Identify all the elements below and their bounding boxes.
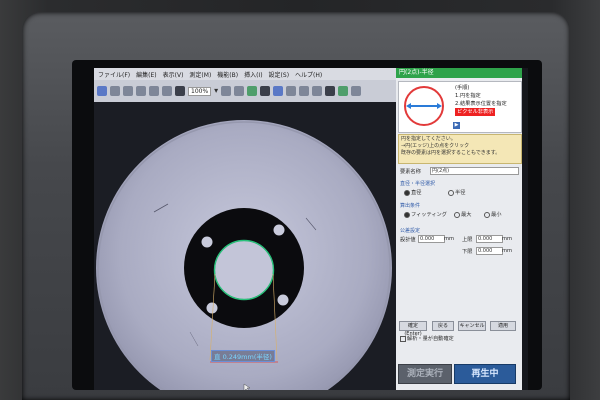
menu-item-function[interactable]: 機能(B) (217, 70, 238, 79)
menu-item-edit[interactable]: 編集(E) (136, 70, 156, 79)
monitor-screen: ファイル(F) 編集(E) 表示(V) 測定(M) 機能(B) 挿入(I) 設定… (94, 68, 528, 390)
option-fitting[interactable]: フィッティング (404, 211, 447, 218)
command-panel: 円(2点)-半径 (手順) 1.円を指定 2.結果表示位置を指定 ピクセル非表示… (396, 68, 522, 390)
camera-viewport[interactable]: 直 0.249mm(半径) (94, 102, 396, 390)
step-1: 1.円を指定 (455, 93, 481, 99)
color-icon[interactable] (338, 86, 349, 96)
line-style-icon[interactable] (351, 86, 362, 96)
menu-item-help[interactable]: ヘルプ(H) (295, 70, 322, 79)
fitting-radio[interactable] (404, 211, 410, 218)
menu-item-insert[interactable]: 挿入(I) (244, 70, 262, 79)
radius-radio[interactable] (448, 189, 454, 196)
radius-label: 半径 (455, 190, 466, 196)
upper-unit: mm (502, 236, 513, 242)
crosshair-icon[interactable] (299, 86, 310, 96)
element-name-field[interactable]: 円(2点) (430, 167, 519, 175)
max-radio[interactable] (454, 211, 460, 218)
playing-button[interactable]: 再生中 (454, 364, 516, 384)
menu-item-settings[interactable]: 設定(S) (269, 70, 290, 79)
lower-limit-field[interactable]: 0.000 (476, 247, 503, 255)
step-2: 2.結果表示位置を指定 (455, 101, 507, 107)
auto-confirm-checkbox[interactable] (400, 335, 406, 342)
auto-confirm-option[interactable]: 解析・量が自動確定 (400, 335, 454, 342)
option-diameter[interactable]: 直径 (404, 189, 421, 196)
instruction-note: 円を指定してください。 →円(エッジ)上の点をクリック 既存の要素は円を選択する… (398, 134, 522, 164)
note-line-3: 既存の要素は円を選択することもできます。 (401, 150, 501, 156)
fill-icon[interactable] (325, 86, 336, 96)
upper-limit-field[interactable]: 0.000 (476, 235, 503, 243)
fitting-label: フィッティング (411, 212, 447, 218)
menu-item-view[interactable]: 表示(V) (163, 70, 184, 79)
calc-section-label: 算出条件 (400, 203, 421, 209)
warning-badge: ピクセル非表示 (455, 108, 496, 116)
name-label: 要素名称 (400, 169, 421, 175)
guide-box: (手順) 1.円を指定 2.結果表示位置を指定 ピクセル非表示 ▶ (398, 81, 522, 133)
menu-item-measure[interactable]: 測定(M) (189, 70, 211, 79)
play-icon[interactable] (273, 86, 284, 96)
min-label: 最小 (491, 212, 502, 218)
zoom-arrow-icon[interactable]: ▾ (214, 86, 218, 96)
option-max[interactable]: 最大 (454, 211, 471, 218)
diameter-label: 直径 (411, 190, 422, 196)
image-icon[interactable] (260, 86, 271, 96)
min-radio[interactable] (484, 211, 490, 218)
option-min[interactable]: 最小 (484, 211, 501, 218)
select-tool-icon[interactable] (97, 86, 107, 96)
upper-limit-label: 上限 (462, 237, 473, 243)
back-button[interactable]: 戻る (432, 321, 454, 331)
measurement-label[interactable]: 直 0.249mm(半径) (211, 350, 275, 362)
apply-button[interactable]: 適用 (490, 321, 516, 331)
design-value-field[interactable]: 0.000 (418, 235, 445, 243)
measurement-app-window: ファイル(F) 編集(E) 表示(V) 測定(M) 機能(B) 挿入(I) 設定… (94, 68, 400, 390)
register-button[interactable]: 確定(Enter) (399, 321, 427, 337)
workpiece-image (94, 102, 396, 390)
copy-icon[interactable] (136, 86, 146, 96)
auto-confirm-label: 解析・量が自動確定 (407, 336, 454, 342)
zoom-out-icon[interactable] (234, 86, 245, 96)
design-value-label: 設計値 (400, 237, 416, 243)
undo-icon[interactable] (149, 86, 159, 96)
bolt-hole-1 (201, 236, 213, 248)
redo-icon[interactable] (162, 86, 172, 96)
menu-bar: ファイル(F) 編集(E) 表示(V) 測定(M) 機能(B) 挿入(I) 設定… (94, 68, 400, 80)
lower-unit: mm (502, 248, 513, 254)
steps-header: (手順) (455, 85, 470, 91)
diameter-radio[interactable] (404, 189, 410, 196)
save-icon[interactable] (110, 86, 120, 96)
lower-limit-label: 下限 (462, 249, 473, 255)
bolt-hole-3 (277, 294, 289, 306)
zoom-level[interactable]: 100% (188, 86, 212, 96)
note-line-1: 円を指定してください。 (401, 136, 456, 142)
circle-diagram (404, 86, 444, 126)
design-unit: mm (444, 236, 455, 242)
play-guide-icon[interactable]: ▶ (453, 122, 460, 129)
center-bore (215, 241, 273, 299)
menu-item-file[interactable]: ファイル(F) (98, 70, 130, 79)
note-line-2: →円(エッジ)上の点をクリック (401, 143, 470, 149)
camera-icon[interactable] (247, 86, 258, 96)
tolerance-section-label: 公差設定 (400, 228, 421, 234)
grid-icon[interactable] (286, 86, 297, 96)
select-section-label: 直径・半径選択 (400, 181, 436, 187)
measure-run-button[interactable]: 測定実行 (398, 364, 452, 384)
bolt-hole-2 (273, 224, 285, 236)
bolt-hole-4 (206, 302, 218, 314)
delete-icon[interactable] (175, 86, 185, 96)
cancel-button[interactable]: キャンセル (458, 321, 486, 331)
print-icon[interactable] (123, 86, 133, 96)
panel-title: 円(2点)-半径 (396, 68, 522, 78)
zoom-in-icon[interactable] (221, 86, 232, 96)
option-radius[interactable]: 半径 (448, 189, 465, 196)
edge-icon[interactable] (312, 86, 323, 96)
toolbar: 100% ▾ (94, 80, 399, 102)
max-label: 最大 (461, 212, 472, 218)
guide-steps: (手順) 1.円を指定 2.結果表示位置を指定 ピクセル非表示 (455, 84, 507, 116)
